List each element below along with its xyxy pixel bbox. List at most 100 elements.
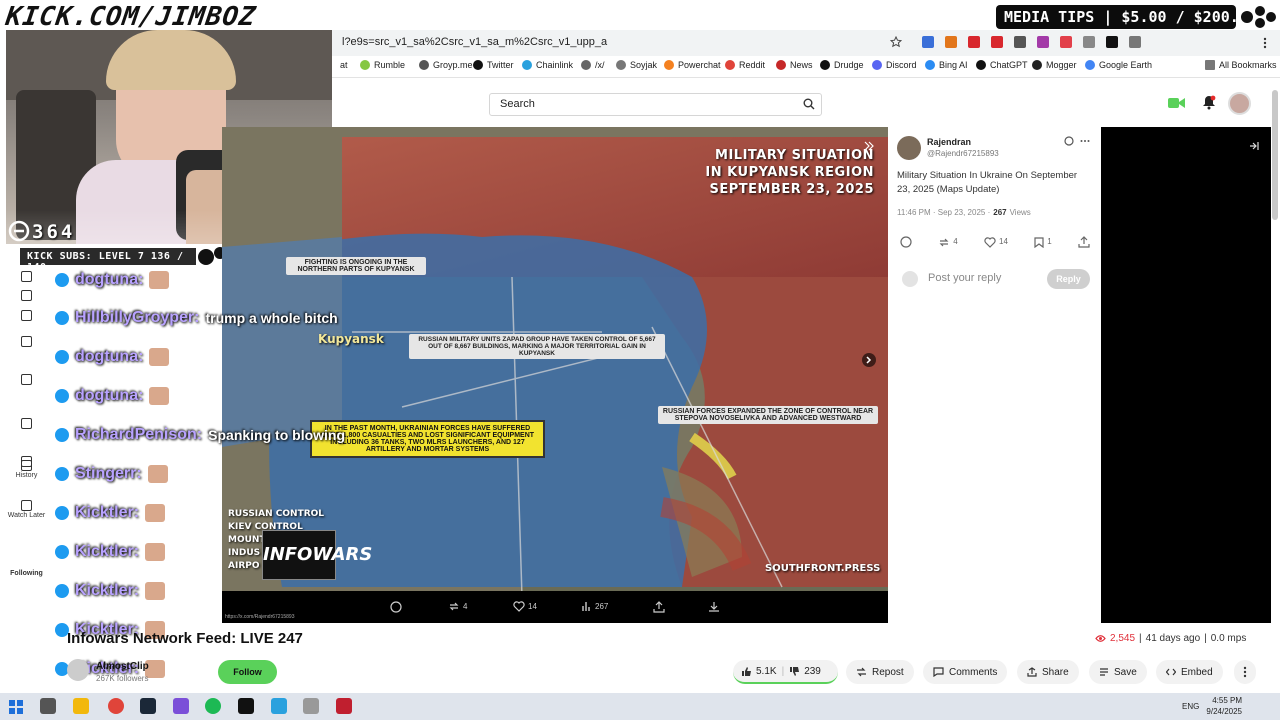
tweet-avatar[interactable] [897, 136, 921, 160]
language-indicator[interactable]: ENG [1182, 702, 1199, 711]
go-live-icon[interactable] [1168, 96, 1186, 110]
obs-icon[interactable] [173, 698, 189, 714]
bookmark-chainlink[interactable]: Chainlink [522, 60, 573, 70]
more-options-button[interactable] [1234, 660, 1256, 684]
sidebar-item-0[interactable] [0, 271, 53, 283]
map-source: SOUTHFRONT.PRESS [765, 563, 881, 574]
puzzle-icon[interactable] [1129, 36, 1141, 48]
save-button[interactable]: Save [1089, 660, 1147, 684]
follow-button[interactable]: Follow [218, 660, 277, 684]
next-arrow-icon[interactable] [862, 353, 876, 367]
metamask-icon[interactable] [945, 36, 957, 48]
bookmark-google-earth[interactable]: Google Earth [1085, 60, 1152, 70]
download-icon[interactable] [708, 601, 720, 613]
star-icon[interactable] [890, 36, 902, 48]
bookmark-groyp-me[interactable]: Groyp.me [419, 60, 473, 70]
channel-avatar[interactable] [67, 659, 89, 681]
bookmark-mogger[interactable]: Mogger [1032, 60, 1077, 70]
bookmark-partial[interactable]: at [340, 60, 348, 70]
share-icon[interactable] [1078, 236, 1090, 248]
like-button[interactable]: 14 [984, 237, 1008, 248]
url-text[interactable]: l?e9s=src_v1_sa%2Csrc_v1_sa_m%2Csrc_v1_u… [342, 36, 607, 48]
channel-name[interactable]: AlmostClip [96, 661, 149, 672]
bookmark-x[interactable]: /x/ [581, 60, 605, 70]
retweet-button[interactable]: 4 [938, 237, 958, 248]
sidebar-item-following[interactable]: Following [0, 570, 53, 577]
all-bookmarks[interactable]: All Bookmarks [1205, 60, 1277, 70]
x-icon[interactable] [1106, 36, 1118, 48]
embed-button[interactable]: Embed [1156, 660, 1223, 684]
extension-icon[interactable] [991, 36, 1003, 48]
extension-icon[interactable] [1060, 36, 1072, 48]
chat-username[interactable]: Kicktler: [75, 582, 139, 600]
comments-button[interactable]: Comments [923, 660, 1008, 684]
steam-icon[interactable] [140, 698, 156, 714]
chat-username[interactable]: Kicktler: [75, 504, 139, 522]
chat-username[interactable]: dogtuna: [75, 348, 143, 366]
bookmark-twitter[interactable]: Twitter [473, 60, 514, 70]
clock[interactable]: 4:55 PM 9/24/2025 [1204, 695, 1242, 717]
reply-icon[interactable] [900, 236, 912, 248]
grok-icon[interactable] [1064, 136, 1074, 146]
avatar[interactable] [1228, 92, 1251, 115]
app-icon[interactable] [303, 698, 319, 714]
app-icon[interactable] [336, 698, 352, 714]
like-stat[interactable]: 14 [513, 601, 537, 612]
bookmark-powerchat[interactable]: Powerchat [664, 60, 721, 70]
like-button[interactable]: 5.1K [741, 666, 777, 677]
collapse-icon[interactable] [864, 141, 874, 151]
telegram-icon[interactable] [271, 698, 287, 714]
sidebar-item-2[interactable] [0, 310, 53, 322]
bookmark-chatgpt[interactable]: ChatGPT [976, 60, 1028, 70]
bookmark-news[interactable]: News [776, 60, 813, 70]
tweet-author-name[interactable]: Rajendran [927, 137, 971, 147]
share-icon[interactable] [653, 601, 665, 613]
menu-dots-icon[interactable] [1262, 37, 1268, 49]
sidebar-item-4[interactable] [0, 374, 53, 386]
more-dots-icon[interactable] [1080, 139, 1090, 143]
bookmark-drudge[interactable]: Drudge [820, 60, 864, 70]
chat-username[interactable]: RichardPenison: [75, 426, 202, 444]
views-stat[interactable]: 267 [582, 601, 608, 612]
extension-icon[interactable] [1014, 36, 1026, 48]
extension-icon[interactable] [1037, 36, 1049, 48]
chat-username[interactable]: Stingerr: [75, 465, 142, 483]
task-view-icon[interactable] [40, 698, 56, 714]
chat-username[interactable]: Kicktler: [75, 543, 139, 561]
windows-start-icon[interactable] [9, 700, 23, 714]
chat-username[interactable]: dogtuna: [75, 271, 143, 289]
repost-stat[interactable]: 4 [448, 601, 467, 612]
scrollbar[interactable] [1272, 90, 1278, 220]
shield-icon[interactable] [968, 36, 980, 48]
repost-button[interactable]: Repost [846, 660, 914, 684]
file-explorer-icon[interactable] [73, 698, 89, 714]
extension-icon[interactable] [922, 36, 934, 48]
share-button[interactable]: Share [1017, 660, 1079, 684]
bell-icon[interactable] [1202, 95, 1216, 110]
bookmark-rumble[interactable]: Rumble [360, 60, 405, 70]
spotify-icon[interactable] [205, 698, 221, 714]
dislike-button[interactable]: 239 [789, 666, 821, 677]
extension-icon[interactable] [1083, 36, 1095, 48]
search-input[interactable] [489, 93, 822, 116]
bookmark-discord[interactable]: Discord [872, 60, 917, 70]
bookmark-bing-ai[interactable]: Bing AI [925, 60, 968, 70]
reply-input[interactable]: Post your reply [928, 272, 1001, 284]
chat-username[interactable]: dogtuna: [75, 387, 143, 405]
reply-button[interactable]: Reply [1047, 269, 1090, 289]
sidebar-item-1[interactable] [0, 290, 53, 302]
sidebar-item-5[interactable] [0, 418, 53, 430]
search-icon[interactable] [803, 98, 815, 110]
sidebar-item-watch-later[interactable]: Watch Later [0, 500, 53, 519]
collapse-panel-icon[interactable] [1249, 141, 1259, 151]
terminal-icon[interactable] [238, 698, 254, 714]
reply-icon[interactable] [390, 601, 402, 613]
chrome-icon[interactable] [108, 698, 124, 714]
sidebar-item-3[interactable] [0, 336, 53, 348]
bookmark-button[interactable]: 1 [1034, 237, 1052, 248]
sidebar-item-history[interactable]: History [0, 460, 53, 479]
tweet-author-handle[interactable]: @Rajendr67215893 [927, 149, 999, 158]
chat-username[interactable]: HillbillyGroyper: [75, 309, 199, 327]
bookmark-soyjak[interactable]: Soyjak [616, 60, 657, 70]
bookmark-reddit[interactable]: Reddit [725, 60, 765, 70]
